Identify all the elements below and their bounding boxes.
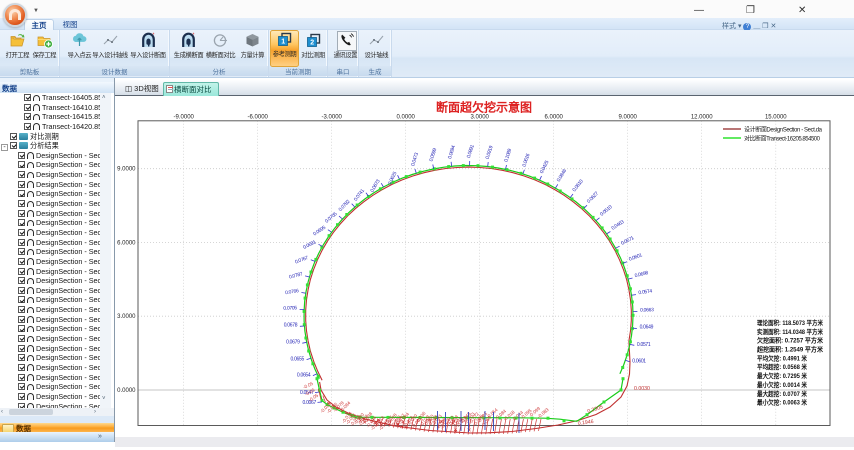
svg-text:0.0698: 0.0698 [634,270,649,279]
svg-text:设计断面DesignSection - Sect.da: 设计断面DesignSection - Sect.da [744,126,823,134]
svg-text:0.0691: 0.0691 [302,239,317,251]
svg-text:0.0766: 0.0766 [285,288,300,296]
svg-text:0.0000: 0.0000 [117,388,136,394]
svg-text:平均欠挖: 0.4991 米: 平均欠挖: 0.4991 米 [757,353,808,362]
svg-text:0.0891: 0.0891 [466,144,476,159]
svg-text:0.0654: 0.0654 [297,373,311,379]
svg-text:0.0846: 0.0846 [556,168,569,183]
svg-text:0.0705: 0.0705 [283,305,297,311]
svg-text:0.0919: 0.0919 [485,145,495,160]
svg-text:0.0627: 0.0627 [586,191,600,205]
svg-text:3.0000: 3.0000 [117,314,136,320]
svg-text:0.0671: 0.0671 [620,235,635,247]
svg-text:6.0000: 6.0000 [545,115,564,121]
svg-text:0.0787: 0.0787 [288,271,303,280]
svg-text:0.0616: 0.0616 [521,153,531,168]
svg-text:0.0610: 0.0610 [572,178,585,193]
svg-text:-9.0000: -9.0000 [174,115,195,121]
svg-text:实测面积: 114.0348 平方米: 实测面积: 114.0348 平方米 [757,327,824,336]
svg-text:0.0695: 0.0695 [312,225,327,238]
svg-text:9.0000: 9.0000 [117,167,136,173]
svg-text:对比断面Transect-16205.854500: 对比断面Transect-16205.854500 [744,135,821,143]
svg-text:6.0000: 6.0000 [117,241,136,247]
svg-text:0.0574: 0.0574 [638,288,653,296]
svg-text:0.0679: 0.0679 [286,340,300,346]
svg-text:最大欠挖: 0.7295 米: 最大欠挖: 0.7295 米 [757,371,808,380]
svg-text:0.0678: 0.0678 [284,323,298,329]
svg-text:断面超欠挖示意图: 断面超欠挖示意图 [436,100,532,115]
svg-text:0.0625: 0.0625 [387,171,398,186]
svg-text:0.0741: 0.0741 [353,188,366,203]
svg-text:0.0601: 0.0601 [632,359,646,365]
svg-text:0.0599: 0.0599 [428,147,438,162]
svg-text:0.0601: 0.0601 [628,252,643,262]
svg-text:-3.0000: -3.0000 [322,115,343,121]
svg-text:0.0782: 0.0782 [338,199,352,213]
svg-text:0.0000: 0.0000 [397,115,416,121]
svg-text:0.0663: 0.0663 [640,307,654,313]
svg-text:0.1089: 0.1089 [503,148,513,163]
svg-text:0.0571: 0.0571 [637,342,651,348]
svg-text:15.0000: 15.0000 [765,115,787,121]
svg-text:3.0000: 3.0000 [471,115,490,121]
svg-text:0.0463: 0.0463 [611,219,626,232]
svg-text:超挖面积: 1.2549 平方米: 超挖面积: 1.2549 平方米 [757,345,824,354]
svg-text:12.0000: 12.0000 [691,115,713,121]
svg-text:0.0649: 0.0649 [640,325,654,331]
svg-text:0.0655: 0.0655 [291,356,305,362]
svg-text:最小欠挖: 0.0063 米: 最小欠挖: 0.0063 米 [757,398,808,407]
svg-text:9.0000: 9.0000 [619,115,638,121]
svg-text:-6.0000: -6.0000 [248,115,269,121]
svg-text:0.0694: 0.0694 [447,145,457,160]
svg-text:最小欠挖: 0.0014 米: 最小欠挖: 0.0014 米 [757,380,808,389]
svg-text:0.0425: 0.0425 [539,159,551,174]
svg-text:平均超挖: 0.0568 米: 平均超挖: 0.0568 米 [757,362,808,371]
svg-text:理论面积: 118.5073 平方米: 理论面积: 118.5073 平方米 [757,318,824,327]
svg-text:最大超挖: 0.0707 米: 最大超挖: 0.0707 米 [757,389,808,398]
svg-text:0.0030: 0.0030 [634,386,650,392]
svg-text:欠挖面积: 0.7257 平方米: 欠挖面积: 0.7257 平方米 [757,336,824,345]
svg-text:0.0767: 0.0767 [294,255,309,266]
svg-text:0.0705: 0.0705 [324,211,339,225]
svg-text:0.0510: 0.0510 [599,204,614,217]
svg-text:0.0473: 0.0473 [410,152,420,167]
svg-text:0.2305: 0.2305 [587,404,604,415]
